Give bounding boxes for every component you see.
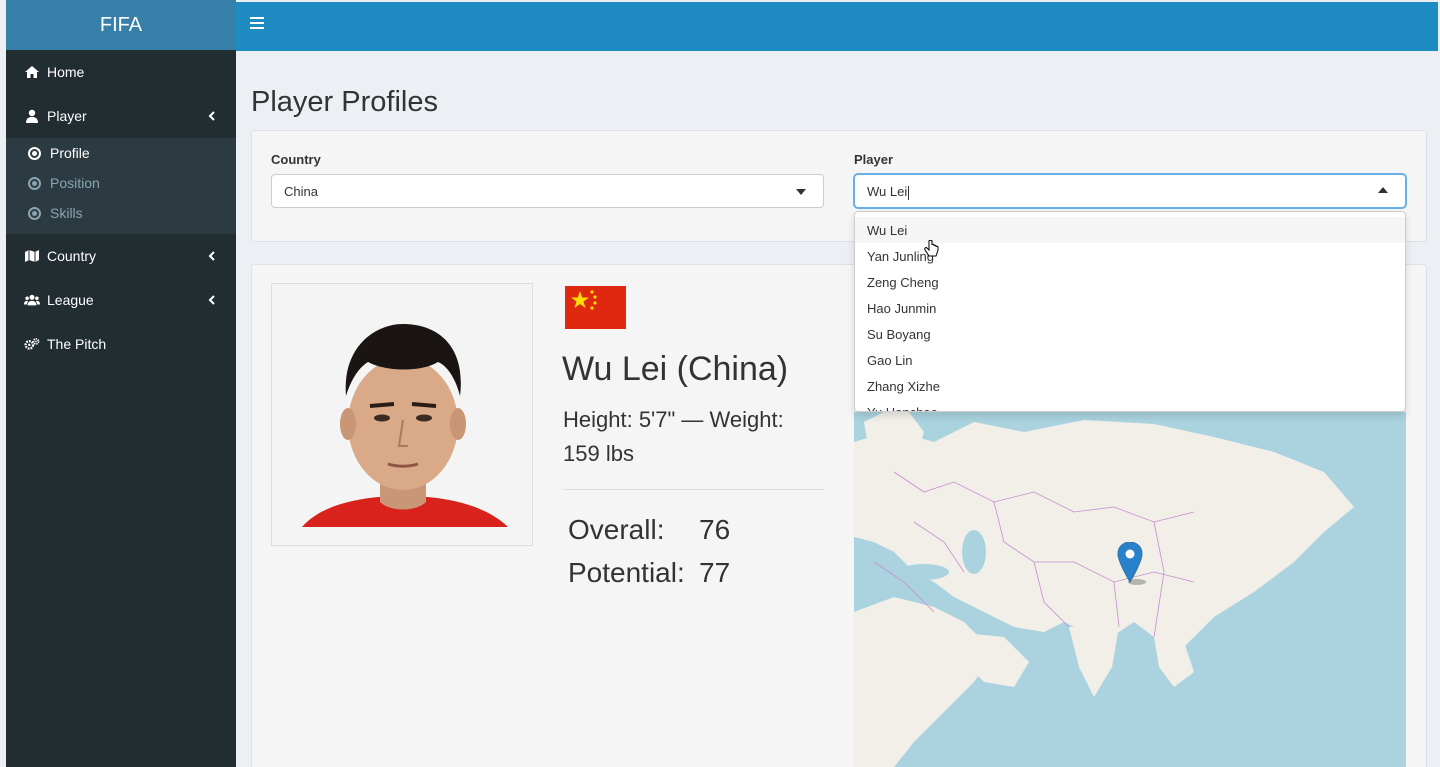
sidebar-item-label: Home: [47, 64, 85, 80]
soccer-ball-icon: [28, 146, 41, 160]
sidebar-item-label: Player: [47, 108, 87, 124]
potential-label: Potential:: [568, 557, 685, 588]
sidebar: FIFA Home Player Profile Position Skills: [6, 0, 236, 767]
sidebar-item-skills[interactable]: Skills: [6, 198, 236, 228]
sidebar-item-league[interactable]: League: [6, 278, 236, 322]
player-name: Wu Lei (China): [562, 350, 789, 388]
dropdown-option[interactable]: Zhang Xizhe: [855, 373, 1405, 399]
country-select-value: China: [284, 184, 318, 199]
hamburger-menu-icon[interactable]: [250, 17, 264, 31]
sidebar-item-label: Profile: [50, 145, 90, 161]
country-flag: [565, 286, 626, 329]
player-photo: [271, 283, 533, 546]
sidebar-item-player[interactable]: Player: [6, 94, 236, 138]
map-icon: [24, 249, 40, 263]
top-navbar: [236, 2, 1438, 51]
caret-up-icon: [1378, 187, 1388, 193]
player-height-weight: Height: 5'7" — Weight: 159 lbs: [563, 407, 784, 466]
gears-icon: [24, 337, 40, 351]
divider: [563, 489, 825, 490]
sidebar-item-label: Position: [50, 175, 100, 191]
country-select[interactable]: China: [271, 174, 824, 208]
player-select-value: Wu Lei: [867, 184, 908, 199]
sidebar-item-the-pitch[interactable]: The Pitch: [6, 322, 236, 366]
dropdown-option[interactable]: Gao Lin: [855, 347, 1405, 373]
potential-value: 77: [699, 557, 731, 588]
sidebar-item-label: League: [47, 292, 94, 308]
users-icon: [24, 293, 40, 307]
hand-cursor-icon: [924, 239, 940, 265]
sidebar-item-profile[interactable]: Profile: [6, 138, 236, 168]
overall-value: 76: [699, 514, 731, 545]
chevron-left-icon: [208, 292, 216, 308]
page-title: Player Profiles: [251, 86, 438, 118]
player-submenu: Profile Position Skills: [6, 138, 236, 234]
soccer-ball-icon: [28, 176, 41, 190]
soccer-ball-icon: [28, 206, 41, 220]
overall-label: Overall:: [568, 514, 665, 545]
home-icon: [24, 65, 40, 79]
player-label: Player: [854, 152, 894, 167]
dropdown-option[interactable]: Su Boyang: [855, 321, 1405, 347]
brand-logo[interactable]: FIFA: [6, 0, 236, 50]
dropdown-option[interactable]: Yu Hanchao: [855, 399, 1405, 412]
chevron-left-icon: [208, 108, 216, 124]
country-label: Country: [271, 152, 321, 167]
sidebar-item-label: Skills: [50, 205, 83, 221]
chevron-left-icon: [208, 248, 216, 264]
dropdown-option[interactable]: Hao Junmin: [855, 295, 1405, 321]
sidebar-item-position[interactable]: Position: [6, 168, 236, 198]
sidebar-item-label: The Pitch: [47, 336, 107, 352]
player-select[interactable]: Wu Lei: [854, 174, 1406, 208]
map-marker-icon[interactable]: [1117, 542, 1147, 586]
country-map[interactable]: [854, 412, 1406, 767]
sidebar-item-home[interactable]: Home: [6, 50, 236, 94]
caret-down-icon: [796, 189, 806, 195]
user-icon: [24, 109, 40, 123]
sidebar-item-label: Country: [47, 248, 97, 264]
text-cursor: [908, 185, 910, 200]
dropdown-option[interactable]: Zeng Cheng: [855, 269, 1405, 295]
sidebar-item-country[interactable]: Country: [6, 234, 236, 278]
